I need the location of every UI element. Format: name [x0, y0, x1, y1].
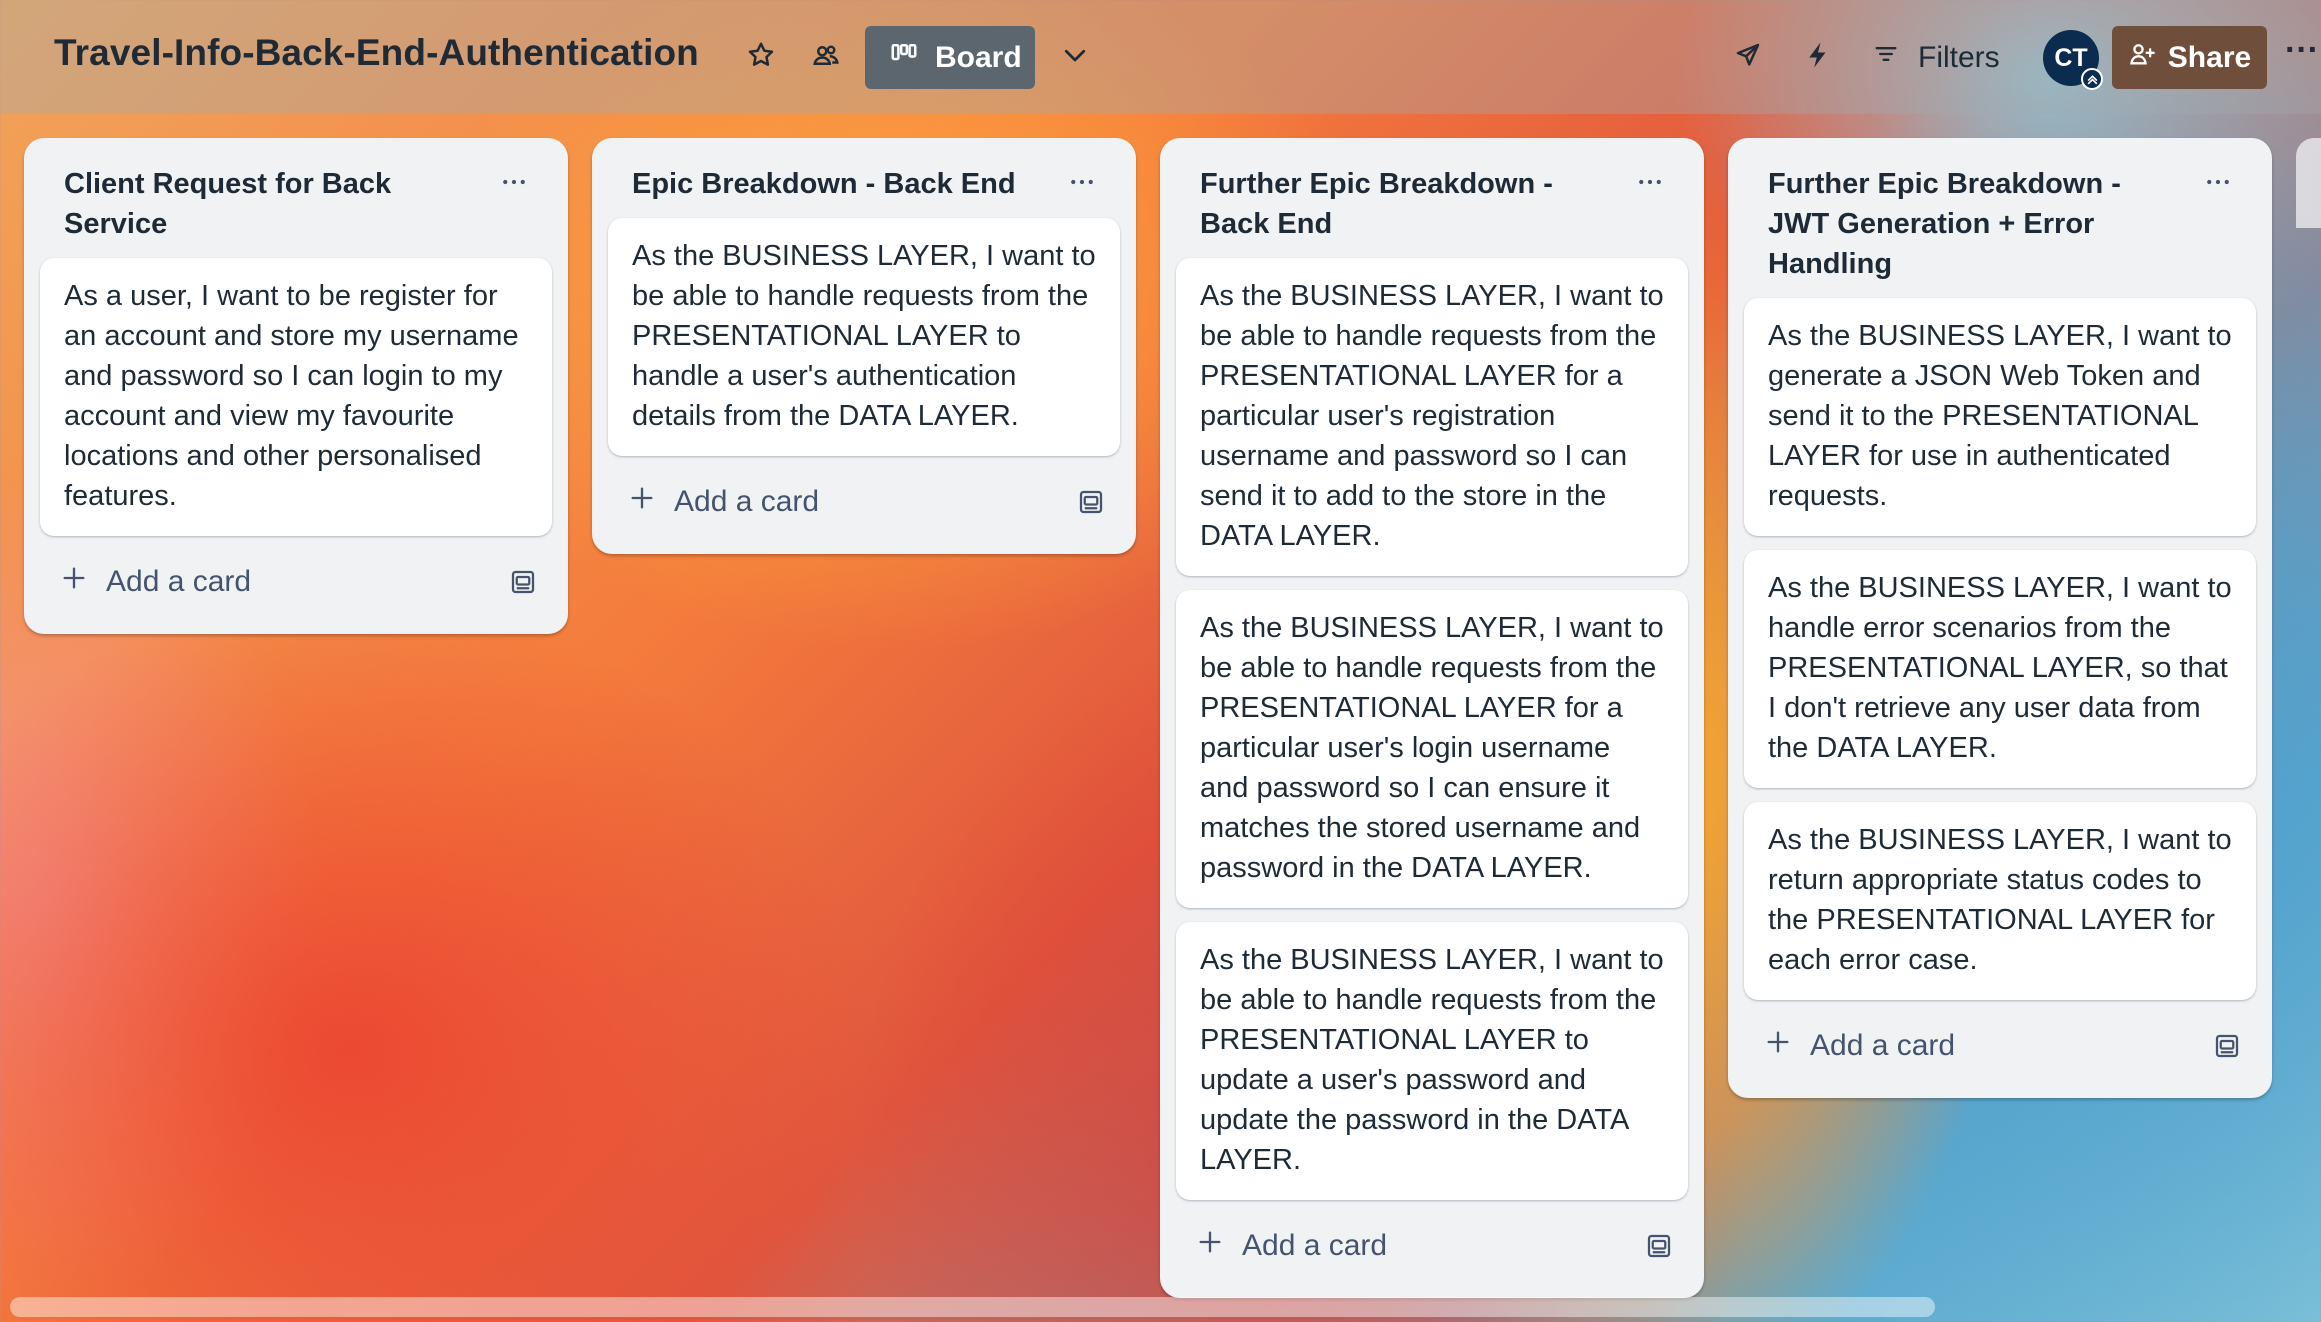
- add-member-icon: [2128, 40, 2156, 76]
- ellipsis-icon: [1639, 179, 1661, 185]
- card-template-icon[interactable]: [508, 567, 538, 597]
- add-card-label: Add a card: [1242, 1229, 1388, 1262]
- share-label: Share: [2167, 40, 2252, 74]
- list-title-text: Epic Breakdown - Back End: [632, 168, 1016, 200]
- plus-icon: [628, 484, 656, 520]
- ellipsis-icon: [1071, 179, 1093, 185]
- card[interactable]: As a user, I want to be register for an …: [40, 258, 552, 536]
- list-menu-button[interactable]: [494, 162, 534, 202]
- list-title[interactable]: Further Epic Breakdown - JWT Generation …: [1744, 138, 2256, 292]
- board-view-button[interactable]: Board: [865, 26, 1035, 89]
- board-menu-button[interactable]: ···: [2285, 33, 2321, 76]
- card-template-icon[interactable]: [1076, 487, 1106, 517]
- board-view-label: Board: [935, 40, 1022, 74]
- list-title[interactable]: Further Epic Breakdown - Back End: [1176, 138, 1688, 252]
- add-card-button[interactable]: Add a card: [1176, 1210, 1688, 1282]
- star-icon: [746, 40, 776, 75]
- plus-icon: [1764, 1028, 1792, 1064]
- card-template-icon[interactable]: [1644, 1231, 1674, 1261]
- list-menu-button[interactable]: [1630, 162, 1670, 202]
- list-title-text: Client Request for Back Service: [64, 168, 392, 240]
- lightning-icon: [1803, 40, 1833, 75]
- view-switcher-button[interactable]: [1049, 31, 1101, 83]
- add-card-button[interactable]: Add a card: [608, 466, 1120, 538]
- admin-badge-icon: [2081, 68, 2103, 90]
- workspace-visible-icon: [811, 40, 841, 75]
- add-card-label: Add a card: [106, 565, 252, 598]
- avatar[interactable]: CT: [2043, 30, 2103, 90]
- add-card-button[interactable]: Add a card: [40, 546, 552, 618]
- card[interactable]: As the BUSINESS LAYER, I want to return …: [1744, 802, 2256, 1000]
- card[interactable]: As the BUSINESS LAYER, I want to be able…: [1176, 922, 1688, 1200]
- ellipsis-icon: [2207, 179, 2229, 185]
- star-button[interactable]: [735, 31, 787, 83]
- list-title[interactable]: Epic Breakdown - Back End: [608, 138, 1120, 212]
- list-menu-button[interactable]: [2198, 162, 2238, 202]
- list-further-epic-back-end: Further Epic Breakdown - Back End As the…: [1160, 138, 1704, 1298]
- board-icon: [889, 39, 919, 77]
- add-card-label: Add a card: [1810, 1029, 1956, 1062]
- list-title-text: Further Epic Breakdown - JWT Generation …: [1768, 168, 2121, 280]
- list-title[interactable]: Client Request for Back Service: [40, 138, 552, 252]
- list-epic-breakdown: Epic Breakdown - Back End As the BUSINES…: [592, 138, 1136, 554]
- card[interactable]: As the BUSINESS LAYER, I want to be able…: [1176, 258, 1688, 576]
- plus-icon: [60, 564, 88, 600]
- card[interactable]: As the BUSINESS LAYER, I want to be able…: [608, 218, 1120, 456]
- card[interactable]: As the BUSINESS LAYER, I want to be able…: [1176, 590, 1688, 908]
- chevron-down-icon: [1060, 40, 1090, 75]
- add-card-button[interactable]: Add a card: [1744, 1010, 2256, 1082]
- list-menu-button[interactable]: [1062, 162, 1102, 202]
- board-header: Travel-Info-Back-End-Authentication Boar…: [0, 0, 2321, 114]
- share-button[interactable]: Share: [2112, 26, 2267, 89]
- horizontal-scrollbar-thumb[interactable]: [10, 1297, 1935, 1317]
- filters-button[interactable]: Filters: [1872, 30, 2000, 86]
- filter-icon: [1872, 40, 1900, 76]
- card-template-icon[interactable]: [2212, 1031, 2242, 1061]
- list-title-text: Further Epic Breakdown - Back End: [1200, 168, 1553, 240]
- avatar-initials: CT: [2054, 43, 2088, 72]
- list-client-request: Client Request for Back Service As a use…: [24, 138, 568, 634]
- list-jwt-error-handling: Further Epic Breakdown - JWT Generation …: [1728, 138, 2272, 1098]
- next-list-edge: [2296, 138, 2321, 228]
- card[interactable]: As the BUSINESS LAYER, I want to handle …: [1744, 550, 2256, 788]
- ellipsis-icon: [503, 179, 525, 185]
- power-ups-button[interactable]: [1722, 31, 1774, 83]
- rocket-icon: [1733, 40, 1763, 75]
- automation-button[interactable]: [1792, 31, 1844, 83]
- board-title[interactable]: Travel-Info-Back-End-Authentication: [54, 32, 699, 74]
- plus-icon: [1196, 1228, 1224, 1264]
- add-card-label: Add a card: [674, 485, 820, 518]
- filters-label: Filters: [1918, 41, 2000, 74]
- visibility-button[interactable]: [800, 31, 852, 83]
- card[interactable]: As the BUSINESS LAYER, I want to generat…: [1744, 298, 2256, 536]
